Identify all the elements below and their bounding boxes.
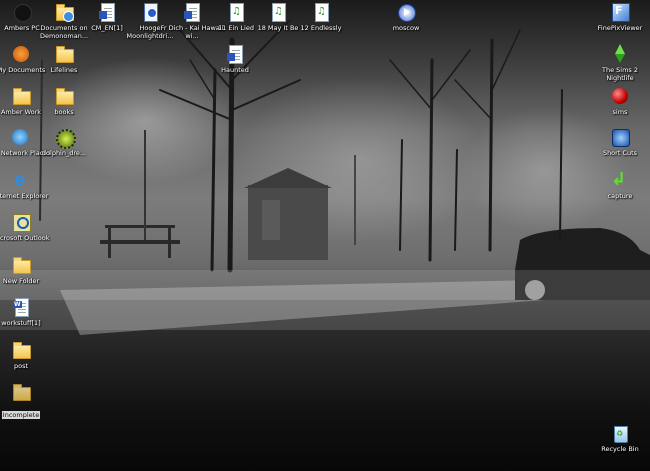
desktop-icon-the-sims-2-nightlife[interactable]: The Sims 2 Nightlife	[588, 44, 650, 82]
audio-file-icon	[268, 2, 288, 22]
desktop-icon-recycle-bin[interactable]: ♻ Recycle Bin	[588, 423, 650, 453]
desktop-icon-label: Recycle Bin	[601, 445, 639, 453]
desktop-icon-sims[interactable]: sims	[588, 86, 650, 116]
desktop-icon-label: Haunted	[221, 66, 249, 74]
desktop-icon-new-folder[interactable]: New Folder	[0, 255, 53, 285]
media-file-icon	[140, 2, 160, 22]
desktop-icon-label: The Sims 2 Nightlife	[601, 66, 638, 82]
media-player-icon	[396, 2, 416, 22]
desktop-icon-dolphin-dre[interactable]: dolphin_dre...	[32, 127, 96, 157]
desktop-icon-label: capture	[607, 192, 633, 200]
desktop-icon-label: books	[54, 108, 74, 116]
desktop-icon-12-endlessly[interactable]: 12 Endlessly	[289, 2, 353, 32]
desktop-icon-incomplete[interactable]: Incomplete	[0, 382, 53, 421]
audio-file-icon	[311, 2, 331, 22]
outlook-icon	[11, 212, 31, 232]
desktop-icon-label: Short Cuts	[602, 149, 638, 157]
desktop-icon-label: Microsoft Outlook	[0, 234, 50, 242]
computer-cat-icon	[12, 2, 32, 22]
desktop-icon-workstuff[interactable]: W workstuff[1]	[0, 297, 53, 327]
internet-explorer-icon: e	[14, 169, 26, 190]
desktop-wallpaper[interactable]: Ambers PC My Documents Amber Work My Net…	[0, 0, 650, 471]
shortcuts-icon	[610, 127, 630, 147]
desktop-icon-moscow[interactable]: moscow	[374, 2, 438, 32]
folder-icon	[11, 340, 31, 360]
network-places-icon	[10, 127, 30, 147]
desktop-icon-label: Internet Explorer	[0, 192, 49, 200]
desktop-icon-label: moscow	[392, 24, 420, 32]
recycle-bin-icon: ♻	[610, 423, 630, 443]
folder-icon	[11, 382, 31, 402]
sims-red-ball-icon	[610, 86, 630, 106]
document-icon	[225, 44, 245, 64]
audio-file-icon	[226, 2, 246, 22]
desktop-icon-label: sims	[612, 108, 628, 116]
desktop-icon-label: Lifelines	[50, 66, 78, 74]
dolphin-settings-icon	[54, 127, 76, 149]
finepix-viewer-icon: F	[610, 2, 630, 22]
desktop-icon-finepixviewer[interactable]: F FinePixViewer	[588, 2, 650, 32]
desktop-icon-short-cuts[interactable]: Short Cuts	[588, 127, 650, 157]
folder-icon	[54, 44, 74, 64]
desktop-icon-label: 12 Endlessly	[300, 24, 342, 32]
desktop-icon-label: dolphin_dre...	[41, 149, 87, 157]
desktop-icon-label: workstuff[1]	[1, 319, 41, 327]
sims-plumbob-icon	[610, 44, 630, 64]
desktop-icon-post[interactable]: post	[0, 340, 53, 370]
my-documents-fox-icon	[11, 44, 31, 64]
desktop-icon-microsoft-outlook[interactable]: Microsoft Outlook	[0, 212, 53, 242]
desktop-icon-capture[interactable]: ↲ capture	[588, 169, 650, 201]
folder-icon	[11, 255, 31, 275]
wallpaper-scene	[0, 19, 650, 471]
briefcase-folder-icon	[11, 86, 31, 106]
document-icon	[182, 2, 202, 22]
document-icon	[97, 2, 117, 22]
desktop-icon-books[interactable]: books	[32, 86, 96, 116]
capture-arrow-icon: ↲	[611, 169, 627, 190]
desktop-icon-lifelines[interactable]: Lifelines	[32, 44, 96, 74]
desktop-icon-label: FinePixViewer	[597, 24, 643, 32]
word-document-icon: W	[11, 297, 31, 317]
folder-icon	[54, 86, 74, 106]
desktop-icon-label: Incomplete	[1, 411, 41, 419]
shared-documents-icon	[54, 2, 74, 22]
desktop-icon-internet-explorer[interactable]: e Internet Explorer	[0, 169, 53, 201]
desktop-icon-haunted[interactable]: Haunted	[203, 44, 267, 74]
desktop-icon-label: post	[13, 362, 29, 370]
desktop-icon-label: New Folder	[2, 277, 40, 285]
